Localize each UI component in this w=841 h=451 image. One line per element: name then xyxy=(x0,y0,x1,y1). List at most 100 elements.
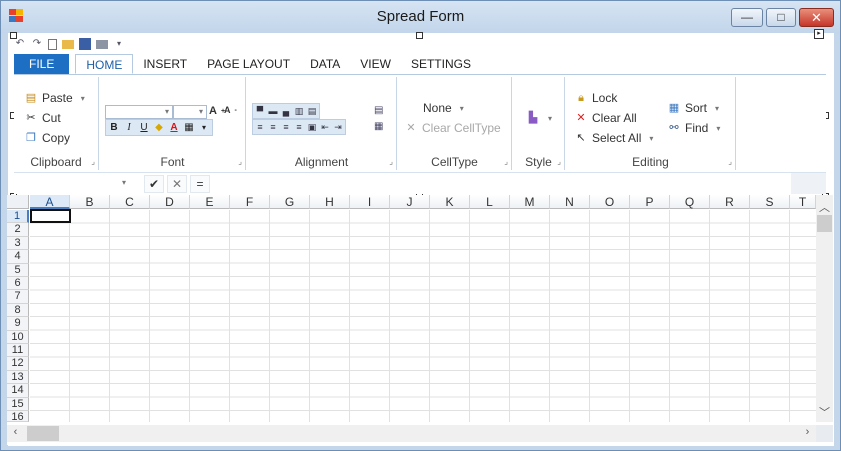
dialog-launcher-icon[interactable]: ⌟ xyxy=(504,157,508,166)
tab-home[interactable]: HOME xyxy=(75,54,134,74)
row-header[interactable]: 14 xyxy=(7,384,29,398)
align-center-icon[interactable]: ≡ xyxy=(267,121,279,133)
active-cell[interactable] xyxy=(30,209,71,223)
sort-button[interactable]: ▦ Sort ▾ xyxy=(667,101,719,115)
column-header[interactable]: K xyxy=(430,195,470,209)
redo-icon[interactable]: ↷ xyxy=(31,38,43,50)
fill-color-icon[interactable]: ◆ xyxy=(152,121,166,134)
column-header[interactable]: J xyxy=(390,195,430,209)
resize-handle[interactable] xyxy=(416,32,423,39)
column-header[interactable]: G xyxy=(270,195,310,209)
print-icon[interactable] xyxy=(96,39,108,49)
align-right-icon[interactable]: ≡ xyxy=(280,121,292,133)
font-size-combo[interactable]: ▾ xyxy=(173,105,207,119)
minimize-button[interactable]: — xyxy=(731,8,763,27)
paste-button[interactable]: ▤ Paste ▾ xyxy=(24,91,85,105)
vertical-text-icon[interactable]: ▥ xyxy=(293,105,305,117)
tab-data[interactable]: DATA xyxy=(300,54,350,74)
decrease-indent-icon[interactable]: ⇤ xyxy=(319,121,331,133)
row-header[interactable]: 16 xyxy=(7,411,29,423)
clear-all-button[interactable]: ✕ Clear All xyxy=(574,111,636,125)
dialog-launcher-icon[interactable]: ⌟ xyxy=(557,157,561,166)
tab-insert[interactable]: INSERT xyxy=(133,54,197,74)
find-button[interactable]: ⚯ Find ▾ xyxy=(667,121,720,135)
increase-indent-icon[interactable]: ⇥ xyxy=(332,121,344,133)
row-header[interactable]: 12 xyxy=(7,357,29,371)
column-header[interactable]: A xyxy=(30,195,70,209)
column-header[interactable]: P xyxy=(630,195,670,209)
column-header[interactable]: T xyxy=(790,195,816,209)
name-box[interactable]: ▾ xyxy=(14,173,130,194)
column-header[interactable]: R xyxy=(710,195,750,209)
column-header[interactable]: E xyxy=(190,195,230,209)
align-top-icon[interactable]: ▀ xyxy=(254,105,266,117)
row-header[interactable]: 9 xyxy=(7,317,29,331)
row-header[interactable]: 15 xyxy=(7,397,29,411)
chevron-down-icon[interactable]: ▾ xyxy=(197,121,211,134)
chevron-left-icon[interactable]: ‹ xyxy=(7,426,24,438)
vertical-scrollbar[interactable]: ︿ ﹀ xyxy=(816,195,833,422)
undo-icon[interactable]: ↶ xyxy=(14,38,26,50)
borders-icon[interactable]: ▦ xyxy=(182,121,196,134)
row-header[interactable]: 2 xyxy=(7,223,29,237)
cell-grid[interactable] xyxy=(30,210,816,422)
column-header[interactable]: B xyxy=(70,195,110,209)
title-bar[interactable]: Spread Form — □ ✕ xyxy=(1,1,840,33)
select-all-corner[interactable] xyxy=(7,195,29,209)
column-header[interactable]: N xyxy=(550,195,590,209)
tab-view[interactable]: VIEW xyxy=(350,54,401,74)
cut-button[interactable]: ✂ Cut xyxy=(24,111,60,125)
justify-icon[interactable]: ≡ xyxy=(293,121,305,133)
merge-icon[interactable]: ▣ xyxy=(306,121,318,133)
align-middle-icon[interactable]: ▬ xyxy=(267,105,279,117)
column-header[interactable]: I xyxy=(350,195,390,209)
row-header[interactable]: 5 xyxy=(7,263,29,277)
cancel-button[interactable]: ✕ xyxy=(167,175,187,193)
grow-font-button[interactable]: A + xyxy=(209,105,225,117)
scroll-thumb[interactable] xyxy=(27,426,59,441)
row-header[interactable]: 13 xyxy=(7,370,29,385)
lock-button[interactable]: 🔒︎ Lock xyxy=(574,91,617,105)
wrap-text-icon[interactable]: ▤ xyxy=(306,105,318,117)
chevron-down-icon[interactable]: ▾ xyxy=(122,178,126,187)
new-icon[interactable] xyxy=(48,38,57,50)
column-header[interactable]: C xyxy=(110,195,150,209)
smart-tag-icon[interactable]: ▸ xyxy=(814,29,824,39)
tab-page-layout[interactable]: PAGE LAYOUT xyxy=(197,54,300,74)
clear-celltype-button[interactable]: ✕ Clear CellType xyxy=(404,121,500,135)
bold-button[interactable]: B xyxy=(107,121,121,134)
column-header[interactable]: F xyxy=(230,195,270,209)
close-button[interactable]: ✕ xyxy=(799,8,834,27)
insert-function-button[interactable]: = xyxy=(190,175,210,193)
copy-button[interactable]: ❐ Copy xyxy=(24,131,70,145)
column-header[interactable]: L xyxy=(470,195,510,209)
align-left-icon[interactable]: ≡ xyxy=(254,121,266,133)
row-header[interactable]: 8 xyxy=(7,303,29,318)
celltype-none-dropdown[interactable]: None ▾ xyxy=(423,101,464,115)
column-header[interactable]: S xyxy=(750,195,790,209)
maximize-button[interactable]: □ xyxy=(766,8,796,27)
dialog-launcher-icon[interactable]: ⌟ xyxy=(389,157,393,166)
row-header[interactable]: 10 xyxy=(7,330,29,344)
row-header[interactable]: 7 xyxy=(7,290,29,304)
underline-button[interactable]: U xyxy=(137,121,151,134)
row-header[interactable]: 3 xyxy=(7,236,29,251)
font-name-combo[interactable]: ▾ xyxy=(105,105,173,119)
merge-cells-icon[interactable]: ▦ xyxy=(374,121,383,132)
row-header[interactable]: 4 xyxy=(7,250,29,264)
column-header[interactable]: D xyxy=(150,195,190,209)
tab-file[interactable]: FILE xyxy=(14,54,70,74)
accept-button[interactable]: ✔ xyxy=(144,175,164,193)
formula-input[interactable] xyxy=(214,173,791,194)
shrink-font-button[interactable]: A- xyxy=(224,105,237,115)
chevron-down-icon[interactable]: ﹀ xyxy=(816,404,833,420)
customize-icon[interactable]: ▾ xyxy=(113,38,125,50)
spreadsheet[interactable]: ABCDEFGHIJKLMNOPQRST 1 2 3 4 5 6 7 8 9 10 11 12 13 14… xyxy=(7,195,833,445)
column-header[interactable]: Q xyxy=(670,195,710,209)
row-header[interactable]: 6 xyxy=(7,277,29,291)
column-header[interactable]: M xyxy=(510,195,550,209)
chevron-up-icon[interactable]: ︿ xyxy=(816,199,833,215)
font-color-icon[interactable]: A xyxy=(167,121,181,134)
column-header[interactable]: H xyxy=(310,195,350,209)
horizontal-scrollbar[interactable]: ‹ › xyxy=(7,425,816,442)
